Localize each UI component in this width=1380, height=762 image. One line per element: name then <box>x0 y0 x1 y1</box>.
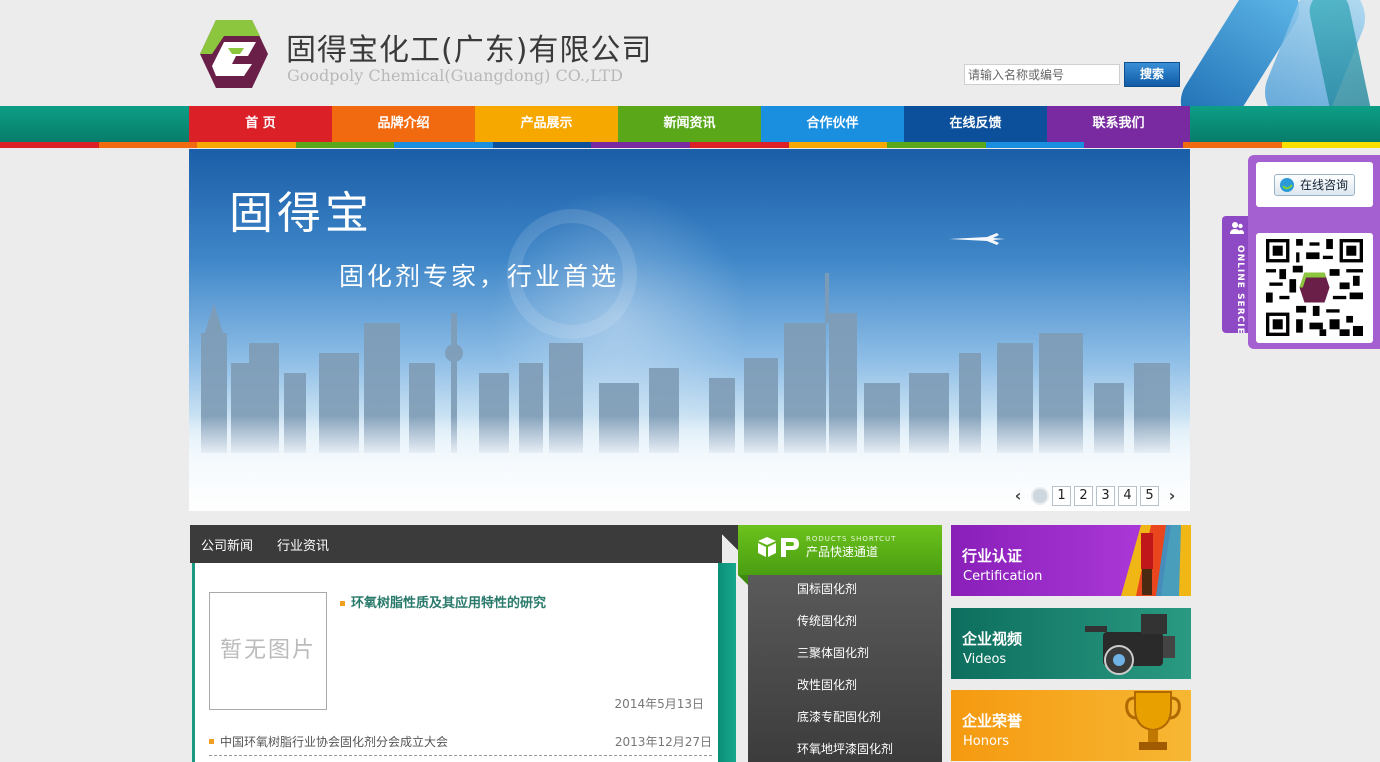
tab-company-news[interactable]: 公司新闻 <box>201 535 253 554</box>
search-button[interactable]: 搜索 <box>1124 62 1180 87</box>
product-link-trimer-curing-agent[interactable]: 三聚体固化剂 <box>797 644 869 664</box>
slider-page-1[interactable]: 1 <box>1052 486 1071 506</box>
slider-page-2[interactable]: 2 <box>1074 486 1093 506</box>
chat-bubble-icon <box>1280 178 1294 192</box>
company-name-english: Goodpoly Chemical(Guangdong) CO.,LTD <box>287 66 623 85</box>
products-header-notch <box>738 575 748 585</box>
news-item-title[interactable]: 中国环氧树脂行业协会固化剂分会成立大会 <box>209 733 448 750</box>
news-panel-accent <box>718 563 736 762</box>
featured-news-date: 2014年5月13日 <box>614 697 704 711</box>
chevron-left-icon[interactable]: ‹ <box>1008 486 1028 506</box>
qr-code-image <box>1266 239 1363 336</box>
list-item[interactable]: 中国环氧树脂行业协会固化剂分会成立大会 2013年12月27日 <box>209 728 712 756</box>
promo-certification[interactable]: 行业认证 Certification <box>951 525 1191 596</box>
nav-item-partners[interactable]: 合作伙伴 <box>761 106 904 142</box>
paint-brush-icon <box>1121 525 1191 596</box>
nav-item-products[interactable]: 产品展示 <box>475 106 618 142</box>
product-link-epoxy-floor-curing-agent[interactable]: 环氧地坪漆固化剂 <box>797 740 893 760</box>
slider-play-indicator[interactable] <box>1031 487 1049 505</box>
nav-item-contact[interactable]: 联系我们 <box>1047 106 1190 142</box>
nav-item-feedback[interactable]: 在线反馈 <box>904 106 1047 142</box>
products-shortcut-icon <box>758 537 799 557</box>
slider-page-3[interactable]: 3 <box>1096 486 1115 506</box>
product-link-traditional-curing-agent[interactable]: 传统固化剂 <box>797 612 857 632</box>
promo-honors[interactable]: 企业荣誉 Honors <box>951 690 1191 761</box>
video-camera-icon <box>1085 614 1175 675</box>
main-nav: 首 页 品牌介绍 产品展示 新闻资讯 合作伙伴 在线反馈 联系我们 <box>189 106 1190 142</box>
chevron-right-icon[interactable]: › <box>1162 486 1182 506</box>
users-icon <box>1230 222 1244 234</box>
hero-banner: 固得宝 固化剂专家，行业首选 <box>189 149 1190 511</box>
banner-slogan: 固化剂专家，行业首选 <box>339 262 620 291</box>
online-service-label: ONLINE SERCIE <box>1235 245 1245 335</box>
company-name: 固得宝化工(广东)有限公司 <box>286 33 653 68</box>
nav-item-brand[interactable]: 品牌介绍 <box>332 106 475 142</box>
nav-item-home[interactable]: 首 页 <box>189 106 332 142</box>
product-link-standard-curing-agent[interactable]: 国标固化剂 <box>797 580 857 600</box>
promo-certification-title: 行业认证 <box>962 547 1023 565</box>
products-heading-en: RODUCTS SHORTCUT <box>806 535 897 543</box>
featured-news-title[interactable]: 环氧树脂性质及其应用特性的研究 <box>340 592 546 611</box>
promo-honors-subtitle: Honors <box>963 734 1010 749</box>
banner-title: 固得宝 <box>229 188 373 239</box>
slider-page-5[interactable]: 5 <box>1140 486 1159 506</box>
promo-videos-subtitle: Videos <box>963 652 1007 667</box>
products-list <box>748 575 942 762</box>
header-swoosh-decoration <box>1170 0 1380 106</box>
airplane-icon <box>949 233 1005 245</box>
product-link-modified-curing-agent[interactable]: 改性固化剂 <box>797 676 857 696</box>
promo-certification-subtitle: Certification <box>963 569 1043 584</box>
qr-code <box>1256 233 1373 343</box>
promo-honors-title: 企业荣誉 <box>962 712 1023 730</box>
promo-videos-title: 企业视频 <box>962 630 1023 648</box>
products-heading-cn: 产品快速通道 <box>806 545 879 559</box>
nav-item-news[interactable]: 新闻资讯 <box>618 106 761 142</box>
search-input[interactable] <box>964 64 1120 85</box>
news-item-date: 2013年12月27日 <box>614 735 712 749</box>
company-logo[interactable] <box>198 18 270 90</box>
slider-page-4[interactable]: 4 <box>1118 486 1137 506</box>
nav-color-stripe <box>0 142 1380 148</box>
promo-videos[interactable]: 企业视频 Videos <box>951 608 1191 679</box>
news-thumbnail-placeholder[interactable]: 暂无图片 <box>209 592 327 710</box>
product-link-primer-curing-agent[interactable]: 底漆专配固化剂 <box>797 708 881 728</box>
trophy-icon <box>1125 691 1181 750</box>
tab-industry-news[interactable]: 行业资讯 <box>277 535 329 554</box>
banner-slider-controls: ‹ 1 2 3 4 5 › <box>1008 485 1182 507</box>
news-tabs: 公司新闻 行业资讯 <box>190 525 738 563</box>
